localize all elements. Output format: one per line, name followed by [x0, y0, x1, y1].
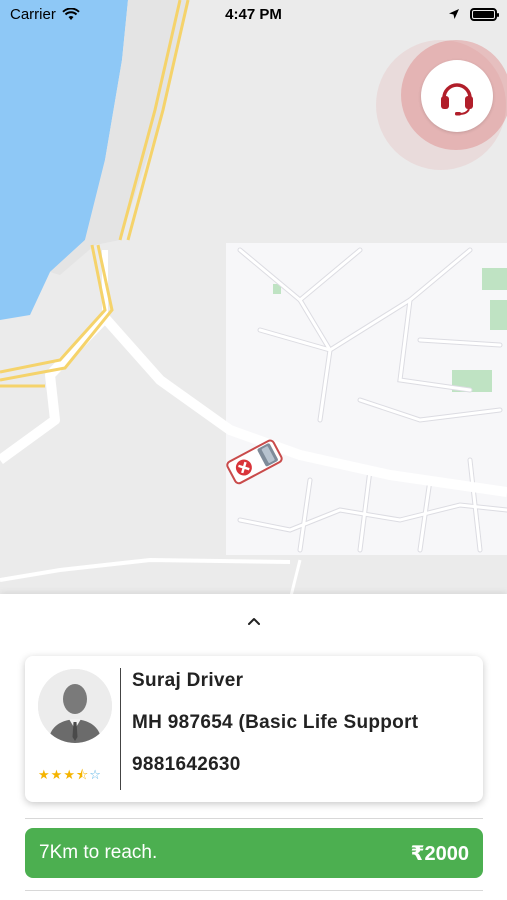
star-half-icon: ⯪ — [75, 767, 89, 782]
support-button[interactable] — [421, 60, 493, 132]
ambulance-marker[interactable] — [222, 436, 286, 486]
eta-distance: 7Km to reach. — [39, 842, 158, 863]
driver-rating: ★ ★ ★ ⯪ ☆ — [38, 768, 101, 782]
status-left: Carrier — [10, 6, 80, 23]
driver-card[interactable]: ★ ★ ★ ⯪ ☆ Suraj Driver MH 987654 (Basic … — [25, 656, 483, 802]
wifi-icon — [62, 7, 80, 20]
separator — [25, 890, 483, 891]
star-full-icon: ★ — [38, 767, 50, 782]
headset-icon — [441, 83, 473, 116]
eta-bar: 7Km to reach. ₹2000 — [25, 828, 483, 878]
star-full-icon: ★ — [50, 767, 63, 782]
separator — [25, 818, 483, 819]
fare-price: ₹2000 — [410, 842, 469, 865]
driver-phone[interactable]: 9881642630 — [132, 754, 241, 776]
chevron-up-icon[interactable] — [244, 614, 264, 628]
driver-bottom-sheet[interactable]: ★ ★ ★ ⯪ ☆ Suraj Driver MH 987654 (Basic … — [0, 594, 507, 900]
card-divider — [120, 668, 121, 790]
driver-avatar — [38, 669, 112, 743]
status-right — [448, 7, 499, 21]
status-bar: Carrier 4:47 PM — [0, 0, 507, 28]
carrier-label: Carrier — [10, 5, 56, 23]
location-arrow-icon — [449, 9, 459, 19]
star-empty-icon: ☆ — [89, 767, 101, 782]
status-time: 4:47 PM — [225, 5, 282, 23]
ambulance-icon — [226, 439, 283, 485]
driver-name: Suraj Driver — [132, 670, 244, 691]
battery-icon — [470, 7, 499, 21]
person-silhouette-icon — [38, 669, 112, 743]
star-full-icon: ★ — [63, 767, 75, 782]
vehicle-details: MH 987654 (Basic Life Support — [132, 712, 419, 733]
